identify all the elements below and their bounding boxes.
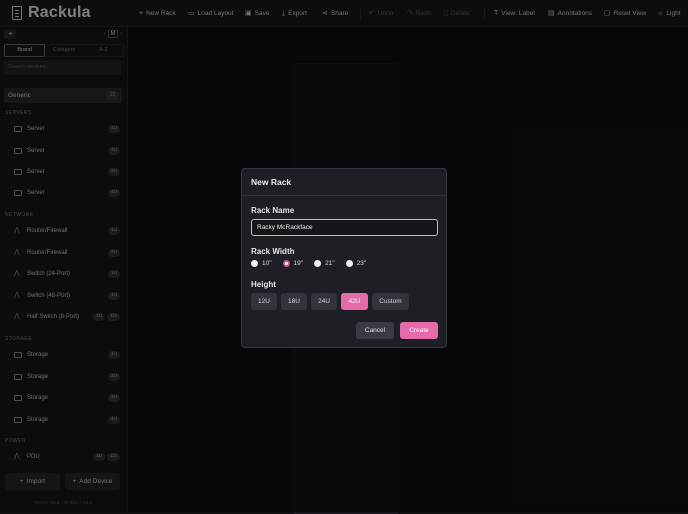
height-option-12u[interactable]: 12U [251,293,277,310]
rack-width-label: Rack Width [251,247,295,256]
width-option-19[interactable]: 19" [282,260,303,267]
rack-name-label: Rack Name [251,206,295,215]
height-option-18u[interactable]: 18U [281,293,307,310]
rack-width-options: 10" 19" 21" 23" [251,260,377,267]
height-option-24u[interactable]: 24U [311,293,337,310]
cancel-button[interactable]: Cancel [356,322,394,339]
height-option-42u[interactable]: 42U [341,293,368,310]
radio-selected-icon [282,260,290,267]
new-rack-dialog: New Rack Rack Name Rack Width 10" 19" 21… [241,168,447,348]
create-button[interactable]: Create [400,322,438,339]
height-label: Height [251,280,276,289]
width-option-21[interactable]: 21" [314,260,335,267]
height-option-custom[interactable]: Custom [372,293,409,310]
width-option-10[interactable]: 10" [251,260,272,267]
dialog-title: New Rack [251,177,292,187]
height-options: 12U 18U 24U 42U Custom [251,293,409,310]
radio-icon [251,260,258,267]
rack-name-input[interactable] [251,219,438,236]
radio-icon [345,260,353,267]
width-option-23[interactable]: 23" [345,260,366,267]
dialog-divider [242,195,446,196]
radio-icon [314,260,322,267]
